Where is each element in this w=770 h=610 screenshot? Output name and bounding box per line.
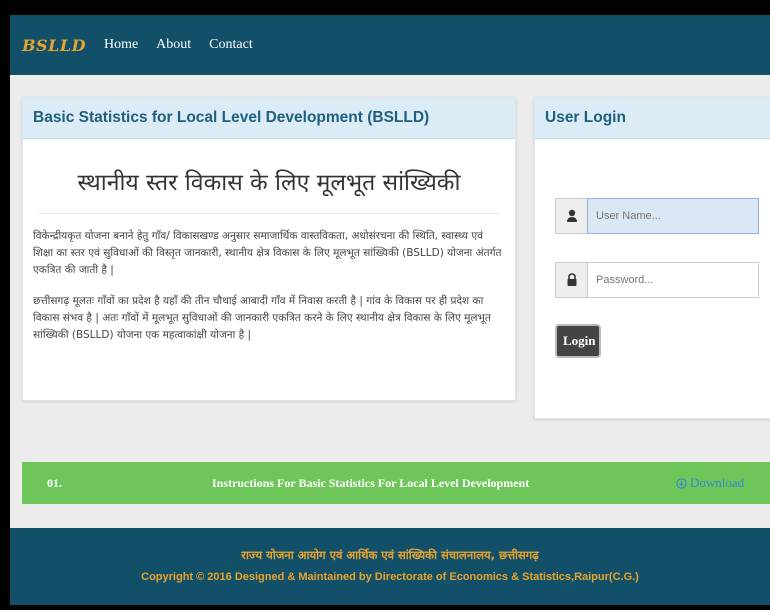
brand-logo[interactable]: BSLLD [22, 36, 86, 55]
nav-link-contact[interactable]: Contact [209, 37, 253, 53]
password-input-group [555, 262, 759, 298]
login-panel-heading: User Login [535, 98, 770, 139]
download-label: Download [690, 475, 745, 490]
info-paragraph-1: विकेन्द्रीयकृत योजना बनाने हेतु गाँव/ वि… [33, 230, 502, 276]
nav-link-about[interactable]: About [156, 37, 191, 53]
download-circle-icon [676, 477, 687, 489]
username-input[interactable] [587, 198, 759, 234]
footer-org-name: राज्य योजना आयोग एवं आर्थिक एवं सांख्यिक… [241, 548, 539, 562]
info-panel-heading: Basic Statistics for Local Level Develop… [23, 98, 515, 139]
navbar: BSLLD Home About Contact [10, 15, 770, 75]
login-panel: User Login Login [534, 97, 770, 419]
hindi-title: स्थानीय स्तर विकास के लिए मूलभूत सांख्यि… [39, 165, 499, 214]
login-button[interactable]: Login [555, 324, 601, 358]
footer-copyright: Copyright © 2016 Designed & Maintained b… [141, 571, 639, 583]
instructions-row: 01. Instructions For Basic Statistics Fo… [22, 462, 770, 504]
instruction-title: Instructions For Basic Statistics For Lo… [212, 475, 530, 490]
nav-link-home[interactable]: Home [104, 37, 138, 53]
info-panel: Basic Statistics for Local Level Develop… [22, 97, 516, 401]
footer: राज्य योजना आयोग एवं आर्थिक एवं सांख्यिक… [10, 528, 770, 605]
info-paragraph-2: छत्तीसगढ़ मूलतः गाँवों का प्रदेश है यहाँ… [33, 295, 491, 341]
row-number: 01. [47, 475, 62, 490]
password-input[interactable] [587, 262, 759, 298]
username-input-group [555, 198, 759, 234]
download-link[interactable]: Download [676, 475, 744, 491]
page-frame: BSLLD Home About Contact Basic Statistic… [10, 15, 770, 605]
user-icon [555, 198, 587, 234]
lock-icon [555, 262, 587, 298]
